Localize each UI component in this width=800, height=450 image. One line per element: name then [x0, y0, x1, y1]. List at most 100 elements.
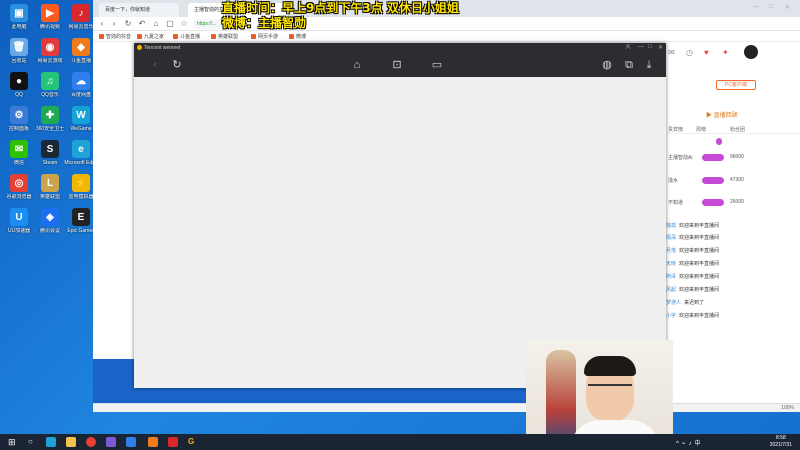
- desktop-icon[interactable]: ✉ 微信: [2, 140, 36, 166]
- app-icon: ✚: [41, 106, 59, 124]
- chat-user[interactable]: 月落: [666, 248, 676, 254]
- desktop-icon[interactable]: ⚙ 控制面板: [2, 106, 36, 132]
- tab-list-icon[interactable]: ▢: [165, 19, 175, 28]
- minimize-icon[interactable]: —: [753, 4, 759, 10]
- replay-link[interactable]: ▶ 直播回顾: [706, 110, 738, 119]
- desktop-icon[interactable]: ◈ 腾讯会议: [33, 208, 67, 234]
- app-icon: ◈: [41, 208, 59, 226]
- forward-icon[interactable]: ›: [109, 19, 119, 28]
- app-icon: ◎: [10, 174, 28, 192]
- desktop-icon-label: 控制面板: [8, 126, 29, 132]
- pc-client-button[interactable]: PC客户端: [716, 80, 756, 90]
- desktop-icon[interactable]: L 英雄联盟: [33, 174, 67, 200]
- pin-icon[interactable]: ⇱: [626, 44, 631, 51]
- tab-baidu[interactable]: 百度一下，你就知道: [99, 3, 179, 17]
- desktop-icon[interactable]: ▶ 腾讯视频: [33, 4, 67, 30]
- desktop-icon-label: UU加速器: [7, 228, 31, 234]
- notification-icon[interactable]: ♥: [704, 48, 709, 57]
- chat-message: 天晓 欢迎来到丰直播间: [666, 260, 719, 267]
- app-icon: ●: [10, 72, 28, 90]
- tab-fans[interactable]: 粉丝团: [730, 126, 745, 133]
- chat-user[interactable]: 情深: [666, 235, 676, 241]
- desktop-icon-label: 英雄联盟: [39, 194, 60, 200]
- folder-icon[interactable]: [66, 437, 76, 447]
- maximize-icon[interactable]: □: [769, 4, 773, 10]
- desktop-icon-label: 微信: [13, 160, 24, 166]
- desktop-icon-label: 腾讯会议: [39, 228, 60, 234]
- bookmark-item[interactable]: 微博: [289, 33, 306, 40]
- rank-value: 96000: [730, 154, 744, 160]
- undo-icon[interactable]: ↶: [137, 19, 147, 28]
- browser-status-bar: 100%: [93, 403, 800, 412]
- app-icon[interactable]: [106, 437, 116, 447]
- app-icon: U: [10, 208, 28, 226]
- back-icon[interactable]: ‹: [148, 58, 162, 72]
- share-icon[interactable]: ⧉: [622, 58, 636, 72]
- back-icon[interactable]: ‹: [97, 19, 107, 28]
- desktop-icon[interactable]: S Steam: [33, 140, 67, 166]
- chrome-icon[interactable]: [86, 437, 96, 447]
- refresh-icon[interactable]: ↻: [123, 19, 133, 28]
- maximize-icon[interactable]: □: [648, 44, 652, 50]
- chat-user[interactable]: 阿泽: [666, 274, 676, 280]
- chat-user[interactable]: 梦游人: [666, 300, 681, 306]
- desktop-icon[interactable]: ♫ QQ音乐: [33, 72, 67, 98]
- chat-user[interactable]: 天晓: [666, 261, 676, 267]
- app-icon[interactable]: G: [188, 437, 198, 447]
- pc-client-label: PC客户端: [725, 82, 747, 88]
- globe-icon[interactable]: ◍: [600, 58, 614, 72]
- history-icon[interactable]: ◷: [686, 48, 693, 57]
- search-icon[interactable]: ○: [28, 437, 38, 447]
- overlay-weibo: 微博：主播智勋: [222, 16, 307, 30]
- desktop-icon-label: Steam: [42, 160, 58, 166]
- chat-text: 来迟到了: [684, 300, 705, 306]
- chat-user[interactable]: 独孤: [666, 223, 676, 229]
- tab-vip[interactable]: 贵宾榜: [668, 126, 683, 133]
- tab-weekly[interactable]: 周榜: [696, 126, 706, 133]
- edge-icon[interactable]: [46, 437, 56, 447]
- bookmark-item[interactable]: 九夏之家: [137, 33, 164, 40]
- desktop-icon[interactable]: ◉ 网易云游戏: [33, 38, 67, 64]
- desktop-icon[interactable]: ● QQ: [2, 72, 36, 98]
- chat-user[interactable]: 小宇: [666, 313, 676, 319]
- bookmark-item[interactable]: 智勋的抖音: [99, 33, 131, 40]
- chat-user[interactable]: 风起: [666, 287, 676, 293]
- desktop-icon[interactable]: ▣ 此电脑: [2, 4, 36, 30]
- star-icon[interactable]: ☆: [179, 19, 189, 28]
- close-icon[interactable]: ✕: [785, 4, 790, 11]
- close-icon[interactable]: ✕: [658, 44, 663, 51]
- desktop-icon[interactable]: U UU加速器: [2, 208, 36, 234]
- bookmark-item[interactable]: 英雄联盟: [211, 33, 238, 40]
- home-icon[interactable]: ⌂: [151, 19, 161, 28]
- refresh-icon[interactable]: ↻: [170, 58, 184, 72]
- system-clock[interactable]: 8:58 2021/7/31: [770, 435, 792, 449]
- inbox-icon[interactable]: ⊡: [390, 58, 404, 72]
- app-icon: L: [41, 174, 59, 192]
- tencent-title-bar: Tencent wemeet ⇱ — □ ✕: [134, 43, 666, 53]
- chat-text: 欢迎来到丰直播间: [679, 235, 720, 241]
- replay-label: 直播回顾: [713, 113, 738, 119]
- desktop-icon[interactable]: 🗑 回收站: [2, 38, 36, 64]
- app-icon: ◉: [41, 38, 59, 56]
- zoom-level[interactable]: 100%: [781, 405, 794, 411]
- download-icon[interactable]: ⤓: [642, 58, 656, 72]
- app-icon[interactable]: [126, 437, 136, 447]
- app-icon[interactable]: [168, 437, 178, 447]
- video-icon[interactable]: ▭: [430, 58, 444, 72]
- avatar[interactable]: [744, 45, 758, 59]
- bookmark-item[interactable]: 网页手游: [251, 33, 278, 40]
- message-icon[interactable]: ✉: [668, 48, 675, 57]
- douyu-icon[interactable]: [148, 437, 158, 447]
- bookmark-item[interactable]: 斗鱼直播: [173, 33, 200, 40]
- desktop-icon-label: 此电脑: [11, 24, 27, 30]
- start-icon[interactable]: ⊞: [8, 437, 18, 447]
- desktop-icon[interactable]: ✚ 360安全卫士: [33, 106, 67, 132]
- input-method-icon[interactable]: 中: [694, 441, 703, 447]
- rank-name: 浅水: [668, 178, 679, 184]
- chat-message: 阿泽 欢迎来到丰直播间: [666, 273, 719, 280]
- minimize-icon[interactable]: —: [638, 44, 644, 50]
- desktop-icon-label: 网易云游戏: [37, 58, 63, 64]
- gift-icon[interactable]: ✦: [722, 48, 729, 57]
- desktop-icon[interactable]: ◎ 谷歌浏览器: [2, 174, 36, 200]
- home-icon[interactable]: ⌂: [350, 58, 364, 72]
